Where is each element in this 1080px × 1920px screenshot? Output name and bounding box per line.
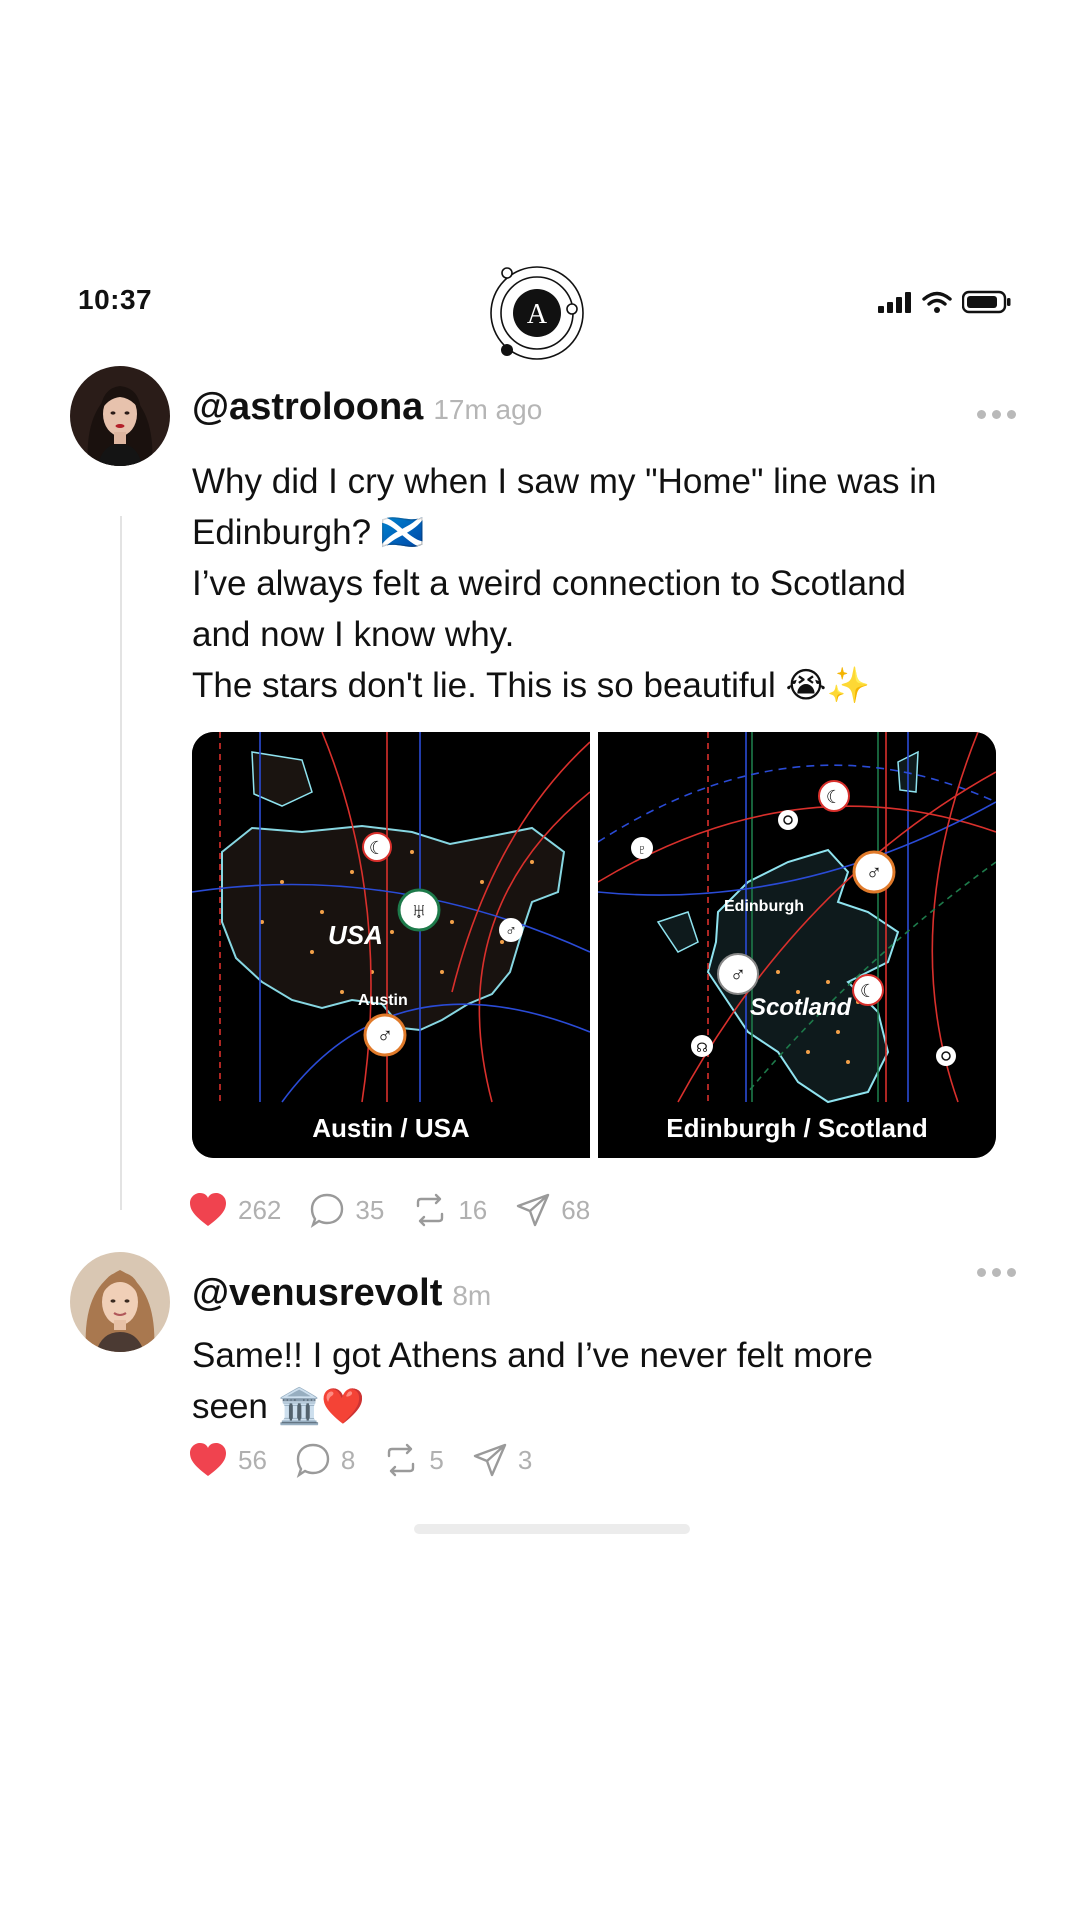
more-options-button[interactable] [977,1268,1016,1277]
comment-count: 8 [340,1444,356,1475]
share-count: 3 [517,1444,533,1475]
timestamp: 8m [452,1280,492,1311]
post-text-line: seen 🏛️❤️ [192,1387,365,1426]
home-indicator[interactable] [414,1524,690,1534]
send-icon [473,1443,507,1477]
share-button[interactable]: 3 [472,1442,532,1478]
post-actions: 56 8 5 3 [188,1442,560,1478]
dot-icon [1007,1268,1016,1277]
like-count: 56 [238,1444,267,1475]
post-text-line: Same!! I got Athens and I’ve never felt … [192,1336,873,1375]
repost-count: 5 [429,1444,444,1475]
comment-icon [296,1443,330,1478]
avatar-venusrevolt[interactable] [70,1252,170,1352]
heart-filled-icon [190,1443,226,1476]
post-header: @venusrevolt 8m [192,1272,491,1315]
username[interactable]: @venusrevolt [192,1272,442,1315]
repost-icon [388,1443,415,1477]
post-text: Same!! I got Athens and I’ve never felt … [192,1330,1012,1432]
like-button[interactable]: 56 [188,1442,267,1478]
comment-button[interactable]: 8 [295,1442,355,1478]
post-venusrevolt: @venusrevolt 8m Same!! I got Athens and … [0,0,1080,1520]
repost-button[interactable]: 5 [383,1442,444,1478]
dot-icon [992,1268,1001,1277]
dot-icon [977,1268,986,1277]
